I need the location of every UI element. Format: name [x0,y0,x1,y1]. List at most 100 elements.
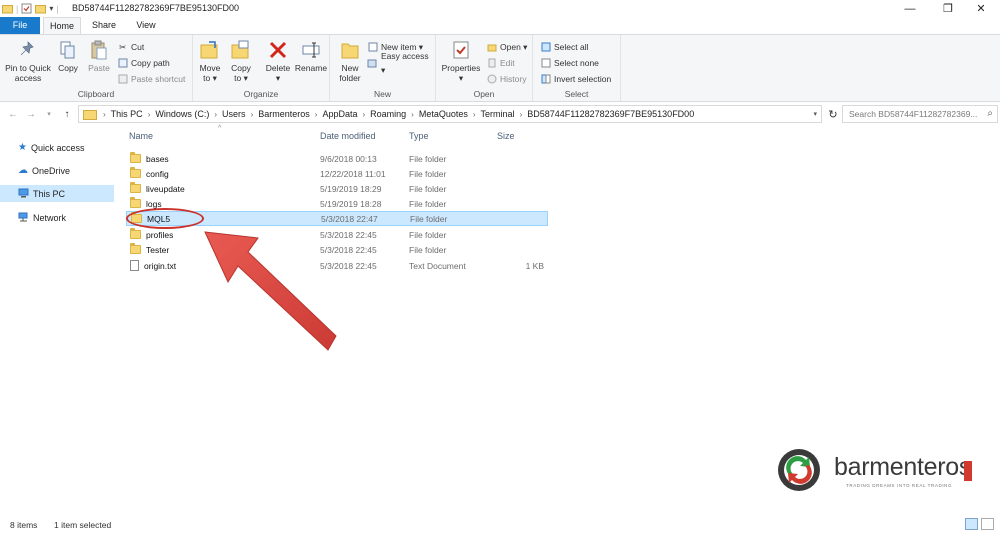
properties-check-icon[interactable] [21,3,32,14]
forward-arrow-icon[interactable]: → [24,107,38,121]
open-group-label: Open [473,89,495,99]
breadcrumb-terminal[interactable]: Terminal [478,109,518,119]
close-button[interactable]: ✕ [966,0,996,17]
file-date: 5/3/2018 22:45 [320,244,377,255]
ribbon: Pin to Quick access Copy Paste ✂ Cut Cop… [0,34,1000,102]
address-dropdown-chevron-icon[interactable]: ▾ [809,110,821,118]
clipboard-group: Pin to Quick access Copy Paste ✂ Cut Cop… [0,35,193,101]
nav-item-onedrive[interactable]: ☁ OneDrive [0,162,114,179]
quick-access-toolbar: | ▾ | [2,1,59,16]
minimize-button[interactable]: — [895,0,925,17]
maximize-button[interactable]: ❐ [933,0,963,17]
breadcrumb-users[interactable]: Users [219,109,249,119]
file-date: 5/19/2019 18:28 [320,198,382,209]
recent-locations-chevron-icon[interactable]: ▾ [42,107,56,121]
file-date: 12/22/2018 11:01 [320,168,386,179]
network-icon [18,212,29,224]
open-button[interactable]: Open ▾ [486,40,527,54]
column-header-size[interactable]: Size [497,131,515,141]
customize-dropdown-icon[interactable]: ▾ [49,4,53,13]
edit-button[interactable]: Edit [486,56,515,70]
file-date: 5/19/2019 18:29 [320,183,382,194]
breadcrumb-separator[interactable]: › [212,110,219,119]
file-row[interactable]: profiles 5/3/2018 22:45 File folder [126,227,548,242]
file-type: Text Document [409,260,466,271]
properties-button[interactable]: Properties ▾ [440,39,482,83]
select-none-button[interactable]: Select none [540,56,599,70]
column-header-type[interactable]: Type [409,131,429,141]
up-arrow-icon[interactable]: ↑ [60,107,74,121]
nav-item-this-pc[interactable]: This PC [0,185,114,202]
copy-button[interactable]: Copy [55,39,81,73]
paste-shortcut-label: Paste shortcut [131,74,186,84]
breadcrumb-this-pc[interactable]: This PC [108,109,146,119]
tab-view[interactable]: View [127,17,165,34]
file-date: 9/6/2018 00:13 [320,153,377,164]
breadcrumb-separator[interactable]: › [518,110,525,119]
breadcrumb-separator[interactable]: › [471,110,478,119]
column-header-name[interactable]: Name [129,131,153,141]
file-name: profiles [146,229,174,240]
nav-item-quick-access[interactable]: ★ Quick access [0,139,114,156]
history-button[interactable]: History [486,72,526,86]
folder-icon [130,167,141,178]
breadcrumb-separator[interactable]: › [313,110,320,119]
history-label: History [500,74,527,84]
file-row[interactable]: Tester 5/3/2018 22:45 File folder [126,242,548,257]
breadcrumb-barmenteros[interactable]: Barmenteros [255,109,313,119]
cut-button[interactable]: ✂ Cut [117,40,144,54]
breadcrumb-windows-c[interactable]: Windows (C:) [152,109,212,119]
details-view-icon[interactable] [965,518,978,530]
properties-label-line2: ▾ [458,73,464,83]
rename-button[interactable]: Rename [294,39,328,73]
move-to-button[interactable]: Move to ▾ [197,39,223,83]
nav-item-network[interactable]: Network [0,209,114,226]
breadcrumb-separator[interactable]: › [146,110,153,119]
file-row[interactable]: logs 5/19/2019 18:28 File folder [126,196,548,211]
new-folder-button[interactable]: New folder [336,39,364,83]
breadcrumb-separator[interactable]: › [249,110,256,119]
tab-share[interactable]: Share [84,17,124,34]
new-folder-icon[interactable] [35,3,47,14]
pin-to-quick-access-button[interactable]: Pin to Quick access [4,39,52,83]
easy-access-button[interactable]: Easy access ▾ [367,51,435,75]
breadcrumb-appdata[interactable]: AppData [319,109,360,119]
rename-label: Rename [294,63,328,73]
file-row[interactable]: config 12/22/2018 11:01 File folder [126,166,548,181]
file-row[interactable]: bases 9/6/2018 00:13 File folder [126,151,548,166]
folder-icon [2,5,13,14]
address-bar-row: ← → ▾ ↑ › This PC › Windows (C:) › Users… [0,103,1000,125]
scissors-icon: ✂ [118,42,127,52]
breadcrumb-separator[interactable]: › [360,110,367,119]
open-label: Open ▾ [500,42,528,52]
tab-file[interactable]: File [0,17,40,34]
copy-path-button[interactable]: Copy path [117,56,170,70]
copy-to-button[interactable]: Copy to ▾ [227,39,255,83]
paste-shortcut-button[interactable]: Paste shortcut [117,72,185,86]
file-name: origin.txt [144,260,177,271]
breadcrumb-roaming[interactable]: Roaming [367,109,409,119]
file-row[interactable]: origin.txt 5/3/2018 22:45 Text Document … [126,258,548,273]
back-arrow-icon[interactable]: ← [6,107,20,121]
copy-label: Copy [58,63,78,73]
search-icon[interactable]: ⌕ [987,106,993,122]
column-header-date-modified[interactable]: Date modified [320,131,376,141]
tab-home[interactable]: Home [43,17,81,34]
barmenteros-logo: barmenteros TRADING DREAMS INTO REAL TRA… [776,447,976,497]
address-box[interactable]: › This PC › Windows (C:) › Users › Barme… [78,105,822,123]
select-none-label: Select none [554,58,599,68]
file-row[interactable]: liveupdate 5/19/2019 18:29 File folder [126,181,548,196]
paste-button[interactable]: Paste [85,39,113,73]
search-input[interactable]: Search BD58744F11282782369... ⌕ [842,105,998,123]
select-all-button[interactable]: Select all [540,40,589,54]
refresh-icon[interactable]: ↻ [826,107,840,121]
select-group: Select all Select none Invert selection … [533,35,621,101]
breadcrumb-separator[interactable]: › [409,110,416,119]
breadcrumb-terminal-id[interactable]: BD58744F11282782369F7BE95130FD00 [524,109,697,119]
breadcrumb-metaquotes[interactable]: MetaQuotes [416,109,471,119]
invert-selection-button[interactable]: Invert selection [540,72,611,86]
large-icons-view-icon[interactable] [981,518,994,530]
sort-ascending-caret-icon: ^ [218,125,222,132]
file-size: 1 KB [525,260,544,271]
delete-button[interactable]: Delete ▾ [263,39,293,83]
